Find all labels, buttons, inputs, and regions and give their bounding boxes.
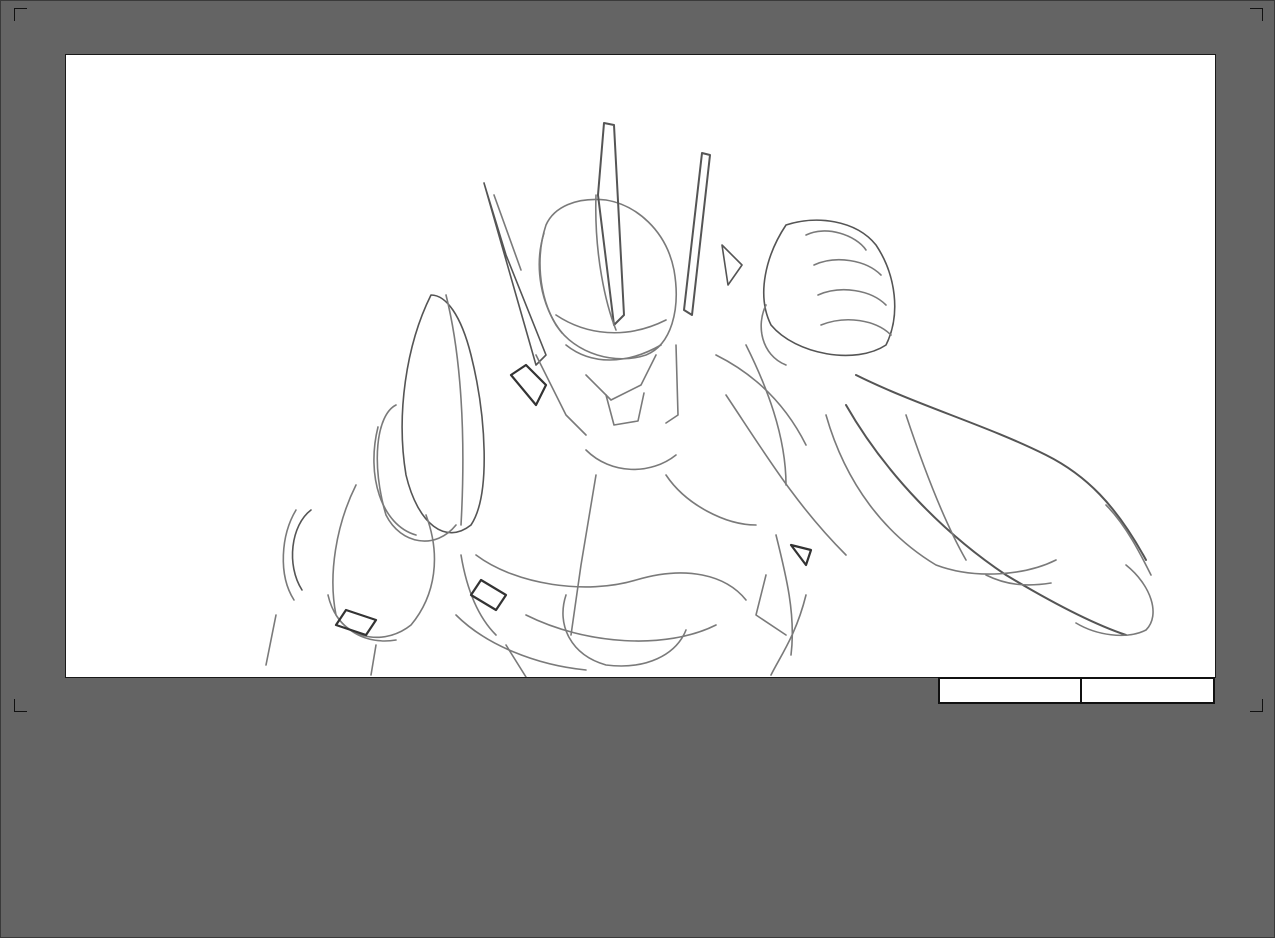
drawing-canvas[interactable] (65, 54, 1216, 678)
crop-mark-bottom-left (14, 699, 27, 712)
crop-mark-top-right (1250, 8, 1263, 21)
sketch-drawing (265, 122, 1154, 677)
panel-number-field[interactable] (1080, 677, 1215, 704)
workspace (0, 0, 1275, 938)
scene-number-field[interactable] (938, 677, 1082, 704)
crop-mark-top-left (14, 8, 27, 21)
crop-mark-bottom-right (1250, 699, 1263, 712)
